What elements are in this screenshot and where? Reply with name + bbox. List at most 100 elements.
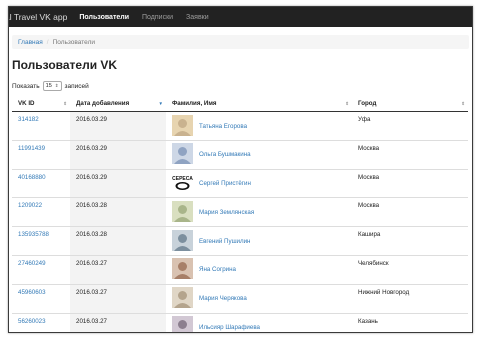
date-added-text: 2016.03.28: [76, 202, 107, 210]
user-avatar[interactable]: СЕРЕСА: [172, 172, 199, 195]
cell-date-added: 2016.03.29: [70, 111, 166, 141]
header-date-added[interactable]: Дата добавления ▼: [70, 96, 166, 112]
header-name[interactable]: Фамилия, Имя ⇕: [166, 96, 352, 112]
cell-date-added: 2016.03.29: [70, 139, 166, 170]
cell-vk-id: 1209022: [12, 197, 70, 227]
city-text: Челябинск: [358, 259, 389, 267]
cell-city: Москва: [352, 139, 468, 170]
cell-city: Кашира: [352, 226, 468, 256]
user-name-link[interactable]: Евгений Пушилин: [199, 238, 250, 245]
breadcrumb-current: Пользователи: [52, 38, 95, 46]
sort-desc-icon: ▼: [158, 101, 163, 106]
vk-id-link[interactable]: 1209022: [18, 198, 70, 209]
users-table: VK ID ⇕ Дата добавления ▼ Фамилия, Имя ⇕ Го…: [12, 96, 468, 332]
cell-name: Ильсияр Шарафиева: [166, 312, 352, 332]
sort-icon: ⇕: [345, 101, 349, 106]
cell-date-added: 2016.03.27: [70, 283, 166, 314]
cell-vk-id: 135935788: [12, 226, 70, 256]
app-brand[interactable]: al Travel VK app: [9, 12, 67, 22]
user-avatar[interactable]: [172, 229, 199, 253]
cell-vk-id: 40168880: [12, 168, 70, 198]
user-avatar[interactable]: [172, 200, 199, 224]
vk-id-link[interactable]: 40168880: [18, 170, 70, 181]
table-row: 45960603 2016.03.27 Мария Черякова Нижний Н…: [12, 283, 468, 314]
vk-id-link[interactable]: 45960603: [18, 285, 70, 296]
cell-city: Уфа: [352, 111, 468, 141]
cell-city: Нижний Новгород: [352, 283, 468, 314]
breadcrumb-home-link[interactable]: Главная: [18, 39, 43, 46]
page-length-select[interactable]: 15 ⇕: [42, 81, 62, 91]
vk-id-link[interactable]: 11991439: [18, 141, 70, 152]
length-label-before: Показать: [12, 82, 40, 90]
user-avatar[interactable]: [172, 316, 199, 332]
table-header-row: VK ID ⇕ Дата добавления ▼ Фамилия, Имя ⇕ Го…: [12, 96, 468, 112]
date-added-text: 2016.03.27: [76, 317, 107, 325]
vk-id-link[interactable]: 135935788: [18, 227, 70, 238]
cell-date-added: 2016.03.28: [70, 226, 166, 256]
user-name-link[interactable]: Мария Землянская: [199, 209, 254, 216]
user-name-link[interactable]: Сергей Пристёгин: [199, 180, 251, 187]
city-text: Москва: [358, 202, 380, 210]
user-avatar[interactable]: [172, 114, 199, 138]
user-avatar[interactable]: [172, 258, 199, 281]
user-name-link[interactable]: Татьяна Егорова: [199, 123, 247, 130]
cell-vk-id: 45960603: [12, 283, 70, 314]
cell-name: Ольга Бушмакина: [166, 139, 352, 170]
nav-users[interactable]: Пользователи: [79, 14, 129, 21]
vk-id-link[interactable]: 56260023: [18, 314, 70, 325]
sort-icon: ⇕: [63, 101, 67, 106]
user-avatar[interactable]: [172, 143, 199, 166]
cell-name: Мария Землянская: [166, 197, 352, 227]
cell-vk-id: 314182: [12, 111, 70, 141]
cell-vk-id: 27460249: [12, 254, 70, 285]
user-name-link[interactable]: Ольга Бушмакина: [199, 151, 251, 158]
city-text: Уфа: [358, 116, 371, 123]
table-row: 40168880 2016.03.29 СЕРЕСА Сергей Пристёгин…: [12, 168, 468, 198]
city-text: Казань: [358, 317, 378, 325]
table-row: 56260023 2016.03.27 Ильсияр Шарафиева Казан…: [12, 312, 468, 332]
date-added-text: 2016.03.29: [76, 116, 107, 123]
user-avatar[interactable]: [172, 287, 199, 310]
sort-icon: ⇕: [461, 101, 465, 106]
breadcrumb: Главная / Пользователи: [12, 35, 469, 49]
header-city[interactable]: Город ⇕: [352, 96, 468, 112]
breadcrumb-separator: /: [46, 38, 49, 46]
city-text: Кашира: [358, 231, 381, 239]
header-vk-id[interactable]: VK ID ⇕: [12, 96, 70, 112]
page-length-value: 15: [45, 83, 52, 89]
svg-text:СЕРЕСА: СЕРЕСА: [172, 176, 193, 182]
cell-date-added: 2016.03.27: [70, 254, 166, 285]
date-added-text: 2016.03.27: [76, 259, 107, 267]
length-control: Показать 15 ⇕ записей: [12, 81, 472, 91]
cell-city: Москва: [352, 168, 468, 198]
vk-id-link[interactable]: 314182: [18, 112, 70, 123]
cell-city: Казань: [352, 312, 468, 332]
cell-date-added: 2016.03.29: [70, 168, 166, 198]
cell-vk-id: 56260023: [12, 312, 70, 332]
length-label-after: записей: [64, 82, 89, 90]
cell-name: СЕРЕСА Сергей Пристёгин: [166, 168, 352, 198]
cell-city: Челябинск: [352, 254, 468, 285]
cell-date-added: 2016.03.28: [70, 197, 166, 227]
user-name-link[interactable]: Яна Согрина: [199, 266, 236, 273]
top-navbar: al Travel VK app Пользователи Подписки З…: [9, 7, 472, 27]
date-added-text: 2016.03.27: [76, 288, 107, 296]
city-text: Москва: [358, 173, 380, 181]
vk-id-link[interactable]: 27460249: [18, 256, 70, 267]
user-name-link[interactable]: Мария Черякова: [199, 295, 247, 302]
table-row: 1209022 2016.03.28 Мария Землянская Москва: [12, 197, 468, 227]
cell-city: Москва: [352, 197, 468, 227]
chevron-updown-icon: ⇕: [54, 83, 59, 88]
city-text: Москва: [358, 144, 380, 152]
nav-subscriptions[interactable]: Подписки: [142, 14, 173, 21]
table-row: 27460249 2016.03.27 Яна Согрина Челябинск: [12, 254, 468, 285]
browser-window: al Travel VK app Пользователи Подписки З…: [8, 6, 473, 333]
cell-vk-id: 11991439: [12, 139, 70, 170]
date-added-text: 2016.03.29: [76, 173, 107, 181]
cell-name: Мария Черякова: [166, 283, 352, 314]
user-name-link[interactable]: Ильсияр Шарафиева: [199, 324, 260, 331]
date-added-text: 2016.03.28: [76, 231, 107, 239]
page-title: Пользователи VK: [12, 58, 118, 72]
nav-requests[interactable]: Заявки: [186, 14, 209, 21]
table-row: 135935788 2016.03.28 Евгений Пушилин Кашира: [12, 226, 468, 256]
